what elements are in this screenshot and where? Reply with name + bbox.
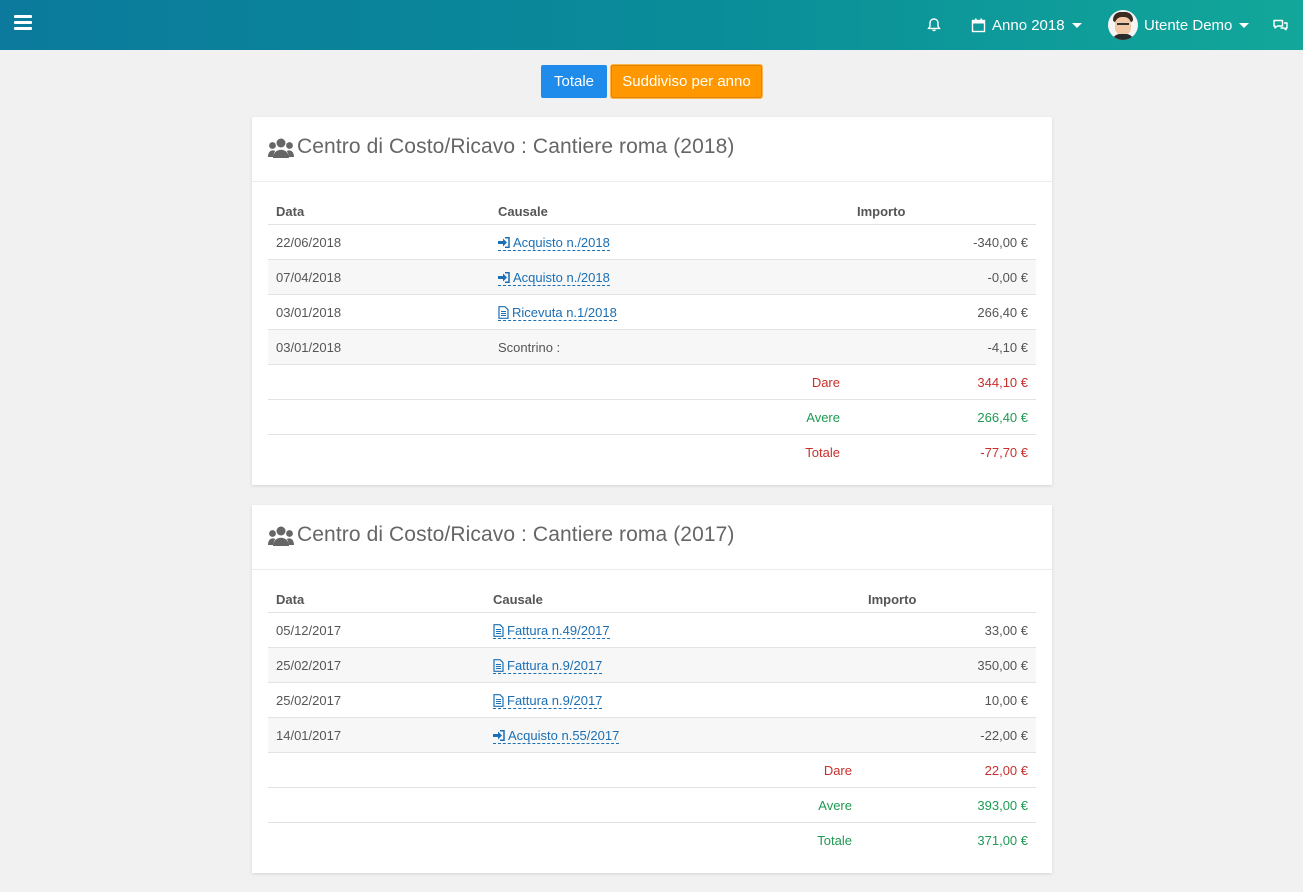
- row-date: 25/02/2017: [276, 658, 342, 673]
- table-row: 03/01/2018 Ricevuta n.1/2018 266,40 €: [268, 294, 1036, 329]
- year-label: Anno 2018: [992, 16, 1065, 34]
- summary-label: Dare: [811, 375, 840, 390]
- column-header-importo: Importo: [857, 203, 906, 219]
- row-amount: 10,00 €: [984, 693, 1028, 708]
- avatar: [1108, 10, 1138, 40]
- row-amount: -340,00 €: [973, 235, 1028, 250]
- causale-label: Fattura n.9/2017: [507, 657, 603, 673]
- table-row: 05/12/2017 Fattura n.49/2017 33,00 €: [268, 612, 1036, 647]
- summary-label: Avere: [818, 798, 852, 813]
- causale-link[interactable]: Fattura n.9/2017: [493, 657, 603, 674]
- row-amount: 266,40 €: [977, 305, 1028, 320]
- file-icon: [493, 693, 504, 707]
- row-date: 25/02/2017: [276, 693, 342, 708]
- chevron-down-icon: [1239, 22, 1250, 28]
- chat-icon[interactable]: [1272, 0, 1289, 50]
- causale-label: Acquisto n.55/2017: [508, 727, 620, 743]
- user-menu[interactable]: Utente Demo: [1108, 0, 1250, 50]
- summary-row-totale: Totale 371,00 €: [268, 822, 1036, 857]
- causale-link[interactable]: Ricevuta n.1/2018: [498, 305, 617, 321]
- causale-link[interactable]: Acquisto n.55/2017: [493, 727, 620, 744]
- row-amount: -22,00 €: [980, 728, 1028, 743]
- card-title: Centro di Costo/Ricavo : Cantiere roma (…: [297, 135, 735, 158]
- users-icon: [268, 138, 294, 158]
- sign-in-icon: [493, 729, 505, 741]
- file-icon: [493, 658, 504, 672]
- file-icon: [493, 623, 504, 637]
- summary-label: Totale: [805, 445, 840, 460]
- row-date: 22/06/2018: [276, 235, 342, 250]
- summary-row-dare: Dare 344,10 €: [268, 364, 1036, 399]
- card-title: Centro di Costo/Ricavo : Cantiere roma (…: [297, 523, 735, 546]
- table-row: 25/02/2017 Fattura n.9/2017 350,00 €: [268, 647, 1036, 682]
- year-selector[interactable]: Anno 2018: [971, 0, 1082, 50]
- causale-link[interactable]: Fattura n.49/2017: [493, 623, 610, 639]
- summary-row-dare: Dare 22,00 €: [268, 752, 1036, 787]
- per-anno-toggle-button[interactable]: Suddiviso per anno: [611, 65, 762, 98]
- file-icon: [498, 305, 509, 319]
- summary-amount: 371,00 €: [977, 833, 1028, 848]
- top-navbar: Anno 2018 Utente Demo: [0, 0, 1303, 50]
- row-date: 03/01/2018: [276, 340, 342, 355]
- causale-label: Acquisto n./2018: [513, 234, 610, 250]
- summary-amount: -77,70 €: [980, 445, 1028, 460]
- row-amount: -4,10 €: [987, 340, 1028, 355]
- row-date: 07/04/2018: [276, 270, 342, 285]
- table-row: 03/01/2018 Scontrino : -4,10 €: [268, 329, 1036, 364]
- summary-label: Dare: [823, 763, 852, 778]
- summary-label: Totale: [817, 833, 852, 848]
- causale-label: Fattura n.9/2017: [507, 692, 603, 708]
- row-date: 05/12/2017: [276, 623, 342, 638]
- column-header-importo: Importo: [868, 591, 917, 607]
- hamburger-menu-icon[interactable]: [14, 15, 32, 31]
- calendar-icon: [971, 18, 986, 32]
- table-row: 25/02/2017 Fattura n.9/2017 10,00 €: [268, 682, 1036, 717]
- summary-row-avere: Avere 266,40 €: [268, 399, 1036, 434]
- summary-amount: 22,00 €: [984, 763, 1028, 778]
- row-amount: 33,00 €: [984, 623, 1028, 638]
- table-row: 14/01/2017 Acquisto n.55/2017 -22,00 €: [268, 717, 1036, 752]
- summary-label: Avere: [806, 410, 840, 425]
- column-header-causale: Causale: [493, 591, 543, 607]
- column-header-causale: Causale: [498, 203, 548, 219]
- table-header: Data Causale Importo: [268, 198, 1036, 224]
- notifications-bell-icon[interactable]: [926, 0, 942, 50]
- cost-center-card: Centro di Costo/Ricavo : Cantiere roma (…: [252, 505, 1052, 873]
- cost-center-card: Centro di Costo/Ricavo : Cantiere roma (…: [252, 117, 1052, 485]
- row-date: 14/01/2017: [276, 728, 342, 743]
- users-icon: [268, 526, 294, 546]
- card-header: Centro di Costo/Ricavo : Cantiere roma (…: [252, 117, 1052, 182]
- table-row: 07/04/2018 Acquisto n./2018 -0,00 €: [268, 259, 1036, 294]
- row-amount: -0,00 €: [987, 270, 1028, 285]
- causale-label: Fattura n.49/2017: [507, 622, 610, 638]
- totale-toggle-button[interactable]: Totale: [541, 65, 607, 98]
- causale-label: Acquisto n./2018: [513, 269, 610, 285]
- sign-in-icon: [498, 271, 510, 283]
- causale-link[interactable]: Fattura n.9/2017: [493, 692, 603, 709]
- summary-row-avere: Avere 393,00 €: [268, 787, 1036, 822]
- causale-label: Ricevuta n.1/2018: [512, 304, 617, 320]
- summary-amount: 266,40 €: [977, 410, 1028, 425]
- table-header: Data Causale Importo: [268, 586, 1036, 612]
- summary-amount: 344,10 €: [977, 375, 1028, 390]
- table-row: 22/06/2018 Acquisto n./2018 -340,00 €: [268, 224, 1036, 259]
- summary-row-totale: Totale -77,70 €: [268, 434, 1036, 469]
- row-amount: 350,00 €: [977, 658, 1028, 673]
- causale-text: Scontrino :: [498, 340, 561, 355]
- column-header-date: Data: [276, 591, 305, 607]
- sign-in-icon: [498, 236, 510, 248]
- chevron-down-icon: [1071, 22, 1082, 28]
- causale-link[interactable]: Acquisto n./2018: [498, 235, 610, 251]
- user-name: Utente Demo: [1144, 16, 1233, 34]
- causale-link[interactable]: Acquisto n./2018: [498, 270, 610, 286]
- card-header: Centro di Costo/Ricavo : Cantiere roma (…: [252, 505, 1052, 570]
- summary-amount: 393,00 €: [977, 798, 1028, 813]
- column-header-date: Data: [276, 203, 305, 219]
- row-date: 03/01/2018: [276, 305, 342, 320]
